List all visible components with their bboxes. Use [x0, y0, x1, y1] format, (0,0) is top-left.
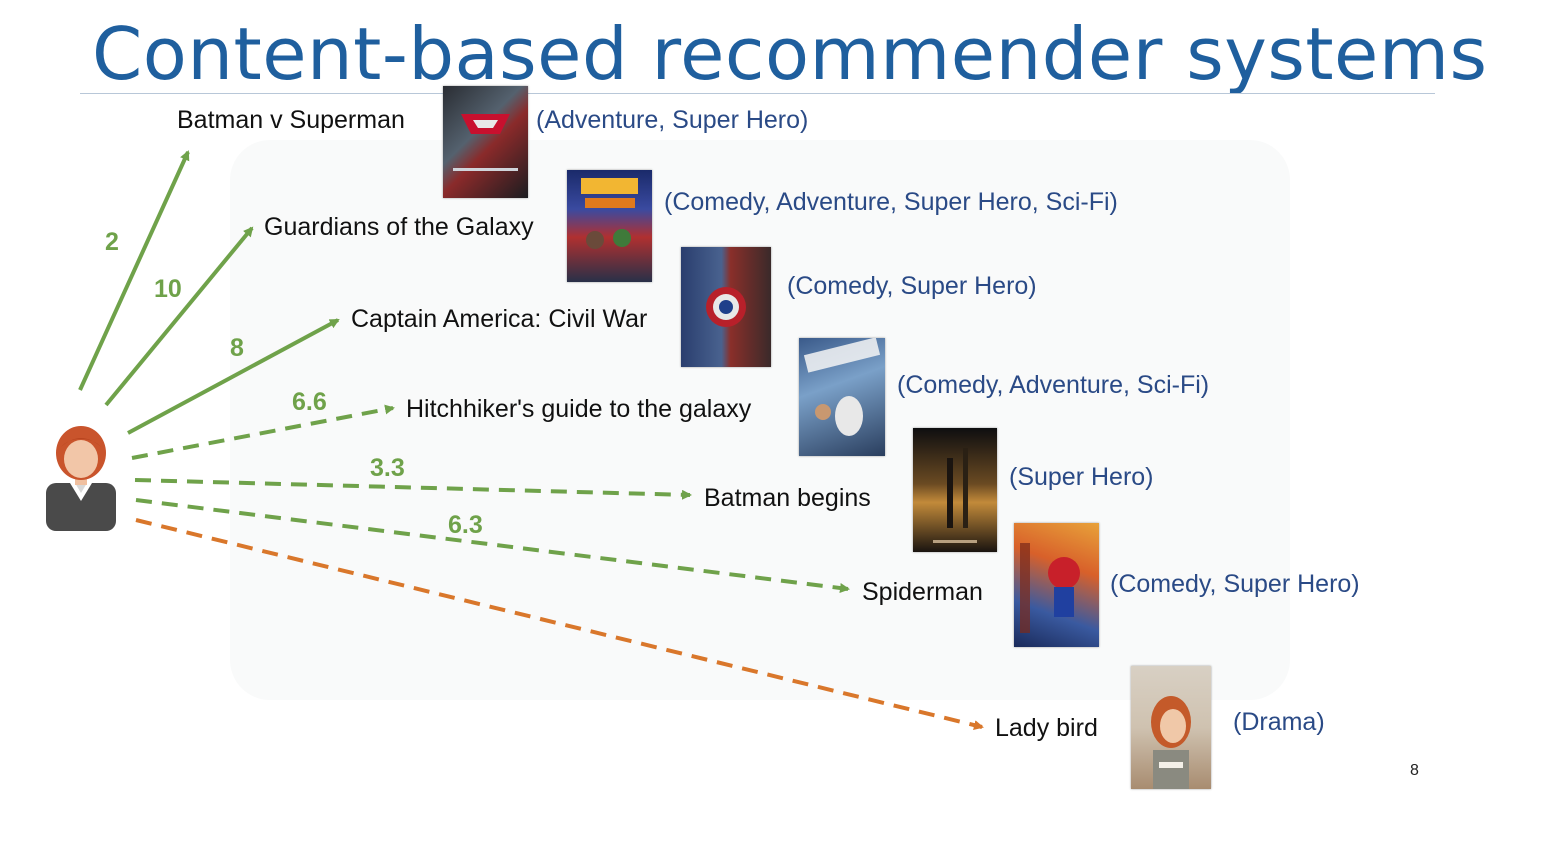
movie-name-batman-begins: Batman begins	[704, 484, 871, 512]
genres-batman-begins: (Super Hero)	[1009, 463, 1154, 491]
arrow-batman-begins	[134, 478, 692, 500]
arrow-batman-v-superman	[78, 150, 190, 391]
rating-batman-begins: 3.3	[370, 454, 405, 482]
rating-hitchhiker: 6.6	[292, 388, 327, 416]
genres-batman-v-superman: (Adventure, Super Hero)	[536, 106, 809, 134]
poster-captain-america	[681, 247, 771, 367]
movie-name-lady-bird: Lady bird	[995, 714, 1098, 742]
poster-batman-begins	[913, 428, 997, 552]
genres-lady-bird: (Drama)	[1233, 708, 1325, 736]
movie-name-guardians: Guardians of the Galaxy	[264, 213, 534, 241]
user-avatar-icon	[46, 426, 116, 531]
movie-name-hitchhiker: Hitchhiker's guide to the galaxy	[406, 395, 752, 423]
poster-spiderman	[1014, 523, 1099, 647]
movie-name-captain-america: Captain America: Civil War	[351, 305, 648, 333]
genres-hitchhiker: (Comedy, Adventure, Sci-Fi)	[897, 371, 1210, 399]
poster-lady-bird	[1131, 666, 1211, 789]
rating-captain-america: 8	[230, 334, 244, 362]
genres-guardians: (Comedy, Adventure, Super Hero, Sci-Fi)	[664, 188, 1118, 216]
rating-spiderman: 6.3	[448, 511, 483, 539]
poster-hitchhiker	[799, 338, 885, 456]
rating-batman-v-superman: 2	[105, 228, 119, 256]
poster-guardians	[567, 170, 652, 282]
page-number: 8	[1410, 762, 1419, 779]
genres-captain-america: (Comedy, Super Hero)	[787, 272, 1037, 300]
poster-batman-v-superman	[443, 86, 528, 198]
movie-name-spiderman: Spiderman	[862, 578, 983, 606]
movie-name-batman-v-superman: Batman v Superman	[177, 106, 405, 134]
arrow-hitchhiker	[131, 404, 395, 460]
genres-spiderman: (Comedy, Super Hero)	[1110, 570, 1360, 598]
rating-guardians: 10	[154, 275, 182, 303]
